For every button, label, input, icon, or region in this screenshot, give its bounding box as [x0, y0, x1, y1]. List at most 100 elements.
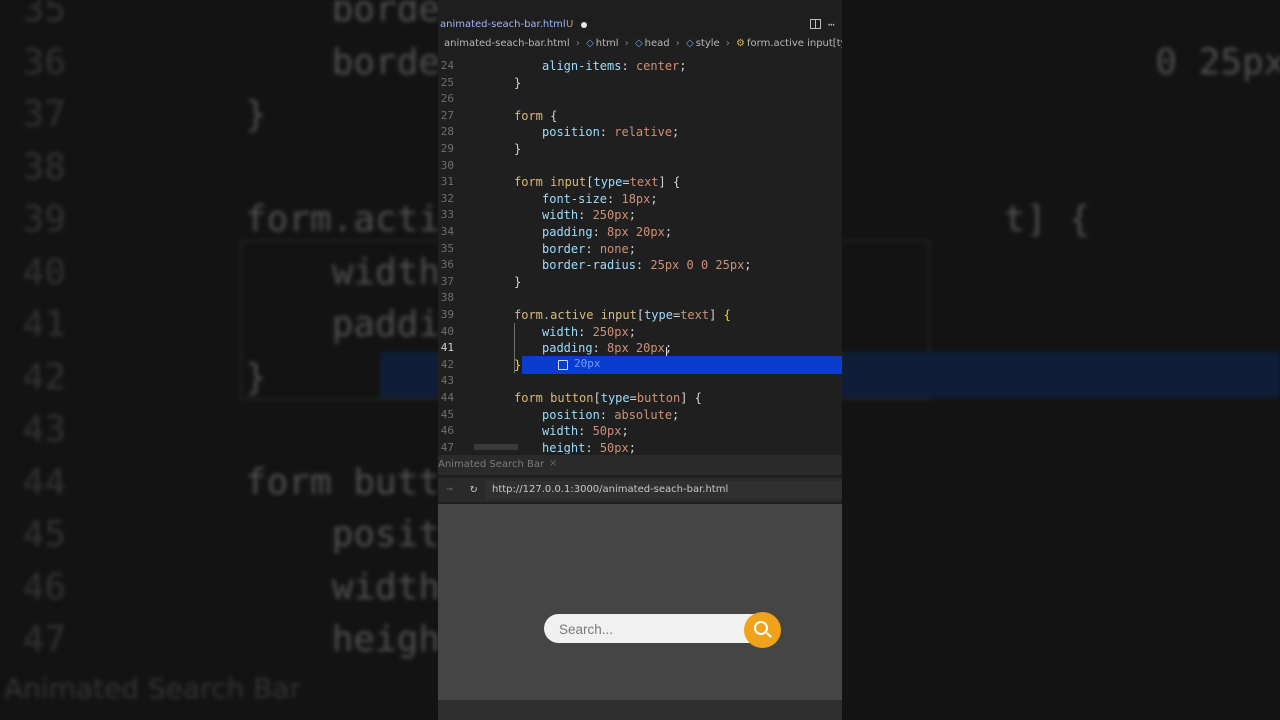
code-token: ; [628, 440, 636, 454]
code-token: : [621, 59, 636, 73]
preview-page: Search... [438, 504, 842, 720]
code-token: } [514, 75, 522, 90]
breadcrumb-selector[interactable]: form.active input[ty [747, 38, 842, 49]
code-line: 36 border-radius: 25px 0 0 25px; [438, 257, 842, 274]
code-line: 40 width: 250px; [438, 324, 842, 341]
code-token: font-size [542, 191, 608, 206]
background-code-text: form butt [245, 461, 441, 503]
code-token: type [593, 175, 623, 190]
video-frame: animated-seach-bar.html U ⋯ animated-sea… [438, 0, 842, 720]
code-line: 32 font-size: 18px; [438, 191, 842, 208]
chevron-right-icon: › [575, 38, 580, 49]
code-editor[interactable]: 24 align-items: center; 25} 26 27 form {28 pos… [438, 58, 842, 454]
code-text: padding: 8px 20px; [542, 340, 672, 357]
code-token: : [592, 341, 608, 356]
line-number: 28 [440, 125, 454, 139]
editor-tab-filename[interactable]: animated-seach-bar.html [440, 19, 566, 30]
code-text: padding: 8px 20px; [542, 224, 672, 241]
background-line-number: 36 [22, 41, 66, 83]
line-number: 34 [440, 225, 454, 238]
code-token: form input [514, 175, 587, 190]
close-icon[interactable]: × [549, 458, 557, 469]
code-line: 44 form button[type=button] { [438, 390, 842, 407]
code-token: align-items [542, 59, 622, 73]
search-placeholder: Search... [559, 622, 614, 637]
reload-icon[interactable]: ↻ [470, 481, 477, 495]
code-line: 27 form { [438, 108, 842, 125]
breadcrumb: animated-seach-bar.html › ◇ html › ◇ head … [438, 38, 842, 54]
code-token: } [514, 274, 522, 289]
code-token: 8px 20px [607, 225, 665, 239]
background-line-number: 45 [22, 514, 66, 555]
code-token: width [542, 208, 579, 223]
code-text: form { [514, 108, 557, 125]
line-number: 35 [440, 241, 454, 255]
code-line: 39 form.active input[type=text] { [438, 307, 842, 324]
background-line-number: 38 [22, 146, 66, 188]
background-code-text: paddi [245, 304, 441, 345]
code-token: ; [672, 125, 680, 140]
background-code-text: } [245, 94, 267, 135]
search-input[interactable]: Search... [544, 614, 762, 643]
code-line: 24 align-items: center; [438, 58, 842, 75]
line-number: 46 [440, 424, 454, 438]
code-text: } [514, 274, 521, 291]
more-actions-icon[interactable]: ⋯ [828, 18, 835, 31]
code-line: 43 [438, 373, 842, 390]
code-token: width [542, 324, 579, 339]
line-number: 40 [440, 324, 454, 338]
breadcrumb-file[interactable]: animated-seach-bar.html [444, 38, 570, 49]
code-line: 29} [438, 141, 842, 158]
horizontal-scrollbar[interactable] [474, 444, 518, 450]
preview-tab[interactable]: Animated Search Bar × [438, 455, 842, 475]
line-number: 25 [440, 75, 454, 89]
background-code-text: } [245, 356, 267, 398]
code-token: 250px [592, 324, 629, 339]
code-token: : [599, 407, 615, 422]
background-code-text: width [245, 251, 441, 293]
line-number: 43 [440, 374, 454, 388]
code-line: 46 width: 50px; [438, 423, 842, 440]
background-line-number: 43 [22, 409, 66, 450]
code-token: { [723, 308, 731, 322]
code-token: 25px 0 0 25px [650, 258, 745, 273]
chevron-right-icon: › [725, 38, 730, 49]
code-token: form button [514, 391, 594, 405]
code-token: ; [664, 225, 673, 239]
code-token: padding [542, 225, 593, 239]
preview-tab-title[interactable]: Animated Search Bar [438, 459, 544, 470]
code-line: 34 padding: 8px 20px; [438, 224, 842, 241]
code-token: text [680, 308, 710, 322]
address-bar-url[interactable]: http://127.0.0.1:3000/animated-seach-bar… [492, 484, 728, 495]
autocomplete-suggestion-text[interactable]: 20px [574, 357, 601, 370]
autocomplete-suggestion[interactable]: 20px [522, 356, 842, 374]
value-icon [558, 360, 568, 370]
split-editor-icon[interactable] [810, 19, 821, 29]
breadcrumb-head[interactable]: head [645, 38, 670, 49]
code-line: 31 form input[type=text] { [438, 174, 842, 191]
code-token: [ [593, 391, 601, 405]
background-code-text: width [245, 566, 441, 608]
code-line: 30 [438, 158, 842, 175]
code-token: ; [672, 407, 680, 422]
search-button[interactable] [744, 612, 781, 648]
breadcrumb-style[interactable]: style [696, 38, 720, 49]
code-token: type [644, 308, 673, 322]
code-line: 25} [438, 75, 842, 92]
code-token: form [514, 108, 551, 123]
unsaved-dot-icon[interactable] [581, 22, 587, 28]
code-text: form button[type=button] { [514, 390, 702, 407]
code-text: font-size: 18px; [542, 191, 658, 208]
background-code-text: posit [245, 514, 441, 555]
code-token: 250px [592, 208, 629, 223]
code-text: border: none; [542, 241, 636, 258]
search-form: Search... [544, 612, 782, 648]
code-token: ] { [658, 175, 681, 190]
editor-tab[interactable]: animated-seach-bar.html U ⋯ [438, 14, 842, 36]
code-token: ; [744, 258, 752, 273]
arrow-forward-icon[interactable]: → [446, 482, 453, 495]
code-text: border-radius: 25px 0 0 25px; [542, 257, 752, 274]
code-line: 41 padding: 8px 20px; [438, 340, 842, 357]
breadcrumb-html[interactable]: html [596, 38, 619, 49]
code-token: type [600, 391, 630, 405]
